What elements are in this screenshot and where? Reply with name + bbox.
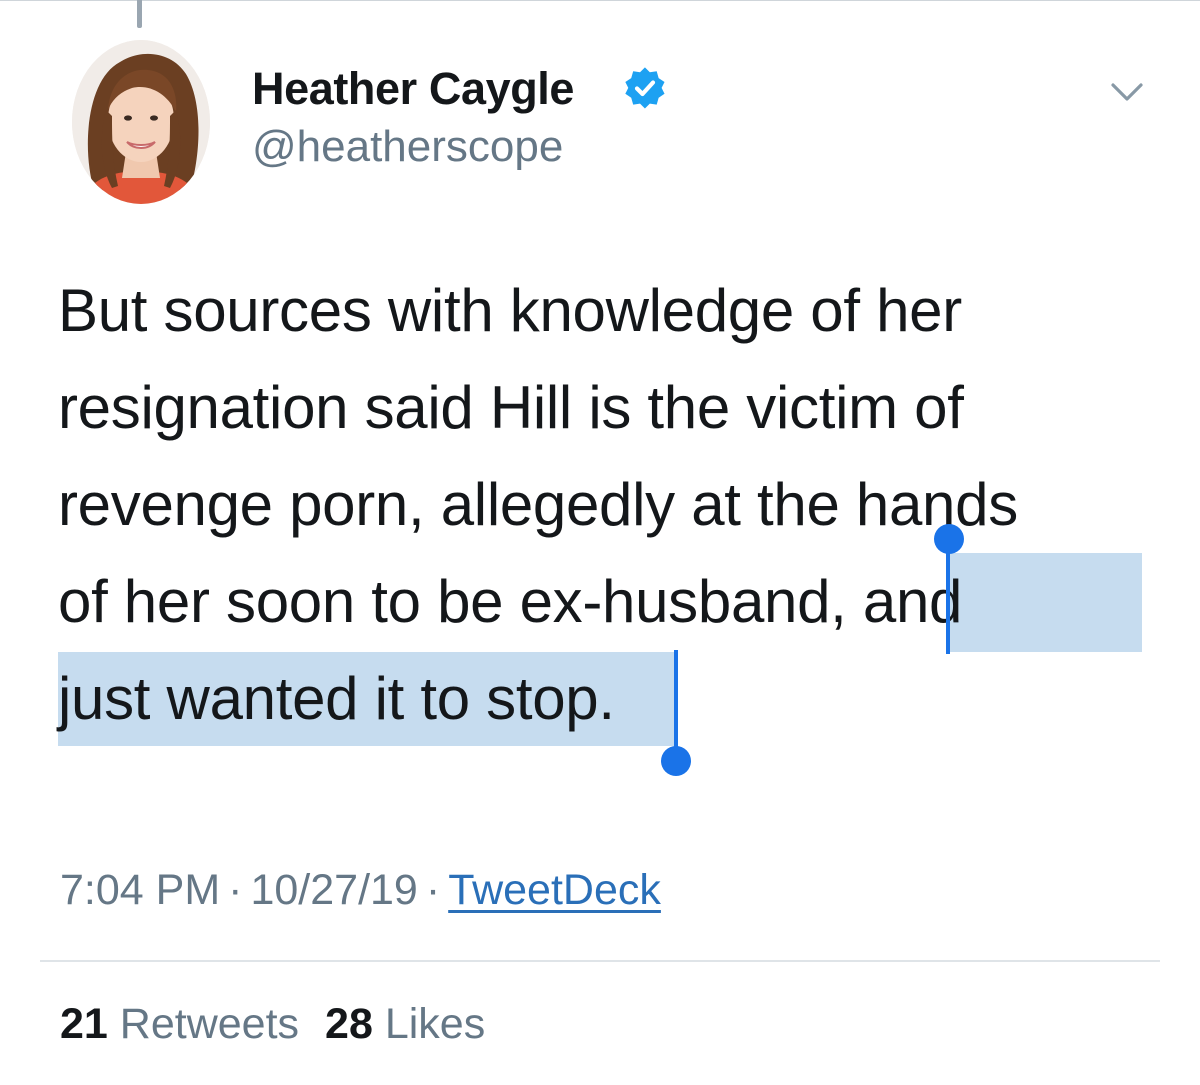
tweet-stats: 21 Retweets 28 Likes	[60, 1000, 485, 1049]
retweets-count: 21	[60, 1000, 108, 1048]
thread-connector-line	[137, 0, 142, 28]
tweet-source-link[interactable]: TweetDeck	[448, 866, 661, 914]
likes-count: 28	[325, 1000, 373, 1048]
tweet-timestamp: 7:04 PM · 10/27/19 · TweetDeck	[60, 866, 661, 915]
tweet-text-line: just wanted it to stop.	[58, 665, 615, 732]
verified-badge-icon	[625, 67, 665, 109]
tweet-time: 7:04 PM	[60, 866, 221, 914]
avatar-photo	[72, 40, 210, 204]
meta-separator: ·	[228, 866, 243, 914]
chevron-down-icon[interactable]	[1110, 80, 1144, 106]
tweet-text-line: But sources with knowledge of her	[58, 277, 962, 344]
likes-label: Likes	[384, 1000, 486, 1048]
selection-end-handle[interactable]	[661, 746, 691, 776]
author-handle[interactable]: @heatherscope	[252, 122, 563, 172]
avatar[interactable]	[72, 40, 210, 204]
retweets-label: Retweets	[119, 1000, 300, 1048]
tweet-text[interactable]: But sources with knowledge of her resign…	[58, 262, 1158, 747]
tweet-text-line: of her soon to be ex-husband, and	[58, 568, 963, 635]
tweet-text-line: resignation said Hill is the victim of	[58, 374, 964, 441]
stats-divider	[40, 960, 1160, 962]
tweet-date: 10/27/19	[250, 866, 418, 914]
tweet-detail-view: Heather Caygle @heatherscope But sources…	[0, 0, 1200, 1085]
author-name[interactable]: Heather Caygle	[252, 63, 574, 115]
selection-start-handle[interactable]	[934, 524, 964, 554]
likes-stat[interactable]: 28 Likes	[325, 1000, 485, 1048]
meta-separator: ·	[425, 866, 441, 914]
tweet-text-line: revenge porn, allegedly at the hands	[58, 471, 1018, 538]
top-divider	[0, 0, 1200, 1]
retweets-stat[interactable]: 21 Retweets	[60, 1000, 299, 1048]
selection-start-bar	[946, 540, 950, 654]
